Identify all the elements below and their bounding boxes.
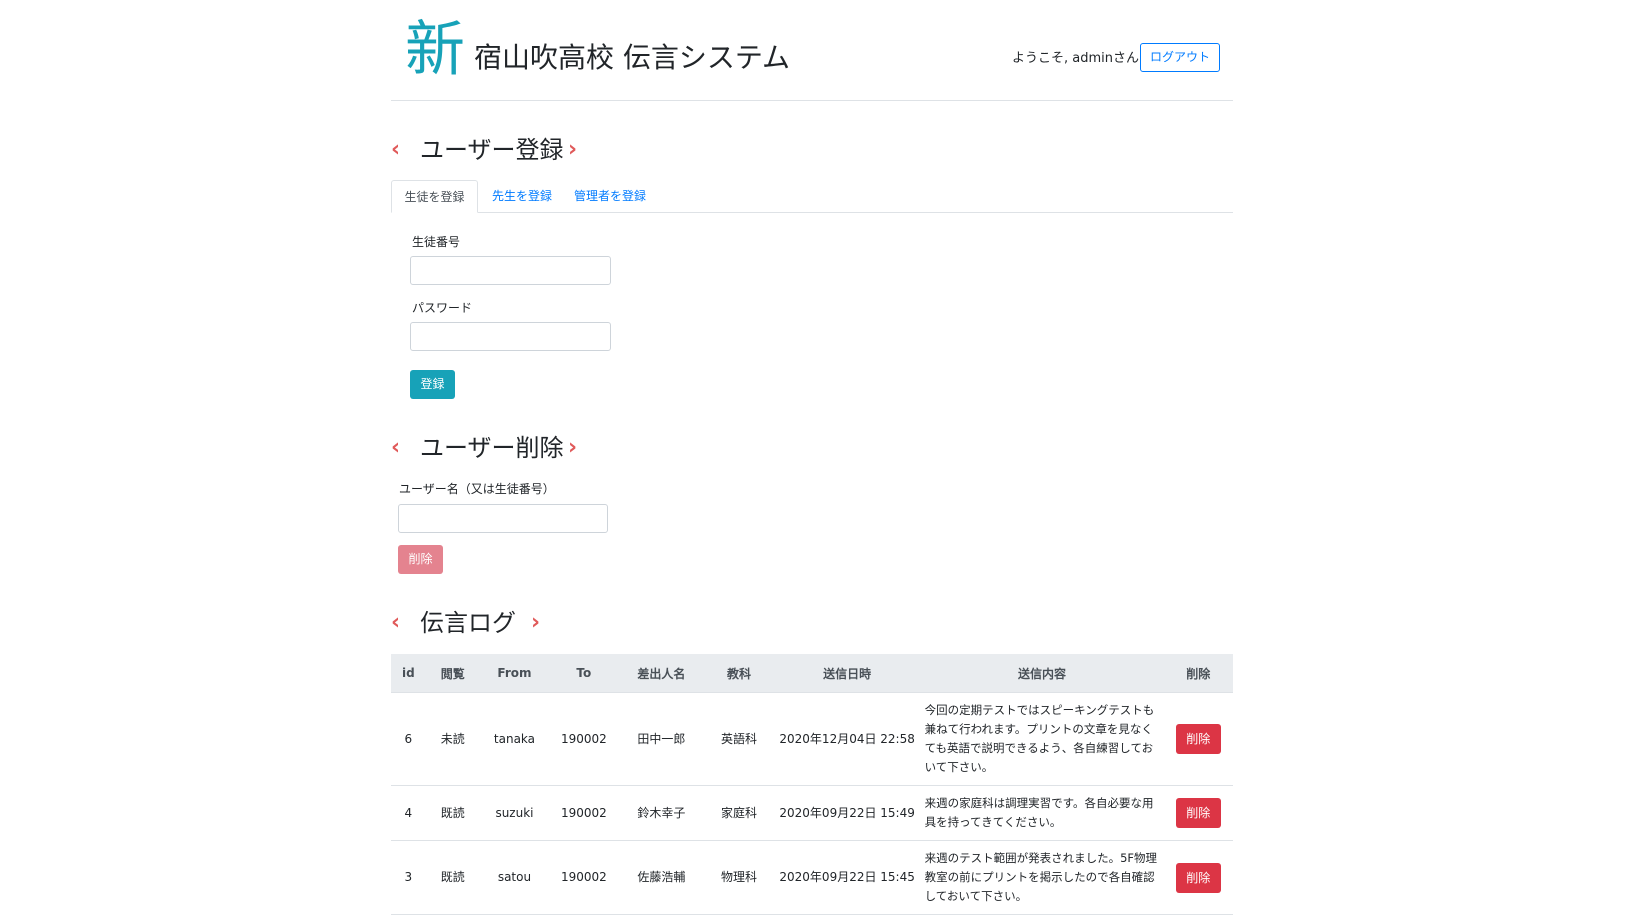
cell-delete: 削除: [1163, 840, 1233, 915]
tab-register-admin[interactable]: 管理者を登録: [565, 180, 655, 212]
register-button[interactable]: 登録: [410, 370, 455, 399]
password-input[interactable]: [410, 322, 611, 351]
log-section-heading: ‹ 伝言ログ ›: [391, 603, 561, 643]
chevron-left-icon: ‹: [391, 137, 401, 162]
chevron-right-icon: ›: [531, 610, 541, 635]
password-label: パスワード: [412, 301, 473, 315]
cell-read: 未読: [425, 692, 480, 786]
delete-message-button[interactable]: 削除: [1175, 724, 1221, 754]
cell-to: 190002: [549, 840, 619, 915]
tab-register-student[interactable]: 生徒を登録: [391, 180, 478, 213]
column-header-delete: 削除: [1163, 654, 1233, 693]
column-header-id: id: [391, 654, 426, 693]
cell-from: suzuki: [479, 785, 550, 841]
chevron-left-icon: ‹: [391, 610, 401, 635]
cell-subject: 英語科: [704, 692, 774, 786]
column-header-subject: 教科: [704, 654, 774, 693]
delete-section-title: ユーザー削除: [420, 434, 564, 462]
column-header-sender: 差出人名: [618, 654, 705, 693]
cell-datetime: 2020年12月04日 22:58: [773, 692, 921, 786]
column-header-message: 送信内容: [920, 654, 1164, 693]
cell-sender: 鈴木幸子: [618, 785, 705, 841]
cell-message: 来週のテスト範囲が発表されました。5F物理教室の前にプリントを掲示したので各自確…: [920, 840, 1164, 915]
cell-datetime: 2020年09月22日 15:49: [773, 785, 921, 841]
delete-section-heading: ‹ ユーザー削除 ›: [391, 428, 611, 468]
delete-user-button[interactable]: 削除: [398, 545, 443, 574]
register-section-title: ユーザー登録: [420, 136, 564, 164]
cell-subject: 物理科: [704, 840, 774, 915]
username-input[interactable]: [398, 504, 608, 533]
column-header-to: To: [549, 654, 619, 693]
site-title: 宿山吹高校 伝言システム: [474, 41, 791, 74]
delete-message-button[interactable]: 削除: [1175, 862, 1221, 893]
header: 新 宿山吹高校 伝言システム ようこそ, adminさん ログアウト: [391, 0, 1233, 101]
chevron-left-icon: ‹: [391, 435, 401, 460]
student-number-label: 生徒番号: [412, 235, 461, 249]
cell-datetime: 2020年09月22日 15:45: [773, 840, 921, 915]
cell-from: tanaka: [479, 692, 550, 786]
chevron-right-icon: ›: [568, 137, 578, 162]
cell-id: 3: [391, 840, 426, 915]
column-header-datetime: 送信日時: [773, 654, 921, 693]
page-container: 新 宿山吹高校 伝言システム ようこそ, adminさん ログアウト ‹ ユーザ…: [391, 0, 1233, 916]
table-row: 4 既読 suzuki 190002 鈴木幸子 家庭科 2020年09月22日 …: [391, 785, 1233, 841]
cell-subject: 家庭科: [704, 785, 774, 841]
delete-message-button[interactable]: 削除: [1175, 798, 1221, 828]
table-row: 3 既読 satou 190002 佐藤浩輔 物理科 2020年09月22日 1…: [391, 840, 1233, 915]
column-header-read: 閲覧: [425, 654, 480, 693]
cell-from: satou: [479, 840, 550, 915]
cell-to: 190002: [549, 785, 619, 841]
cell-message: 来週の家庭科は調理実習です。各自必要な用具を持ってきてください。: [920, 785, 1164, 841]
cell-delete: 削除: [1163, 692, 1233, 786]
cell-message: 今回の定期テストではスピーキングテストも兼ねて行われます。プリントの文章を見なく…: [920, 692, 1164, 786]
cell-delete: 削除: [1163, 785, 1233, 841]
tab-register-teacher[interactable]: 先生を登録: [479, 180, 565, 212]
cell-read: 既読: [425, 785, 480, 841]
cell-sender: 田中一郎: [618, 692, 705, 786]
table-header-row: id 閲覧 From To 差出人名 教科 送信日時 送信内容 削除: [391, 654, 1233, 693]
chevron-right-icon: ›: [568, 435, 578, 460]
cell-id: 6: [391, 692, 426, 786]
cell-sender: 佐藤浩輔: [618, 840, 705, 915]
logo-mark: 新: [405, 15, 465, 85]
cell-id: 4: [391, 785, 426, 841]
column-header-from: From: [479, 654, 550, 693]
logout-button[interactable]: ログアウト: [1140, 43, 1220, 72]
register-tabs: 生徒を登録 先生を登録 管理者を登録: [391, 180, 1233, 213]
welcome-text: ようこそ, adminさん: [1012, 51, 1139, 66]
message-log-table: id 閲覧 From To 差出人名 教科 送信日時 送信内容 削除 6 未読 …: [391, 654, 1233, 915]
cell-to: 190002: [549, 692, 619, 786]
username-label: ユーザー名（又は生徒番号）: [399, 482, 555, 496]
table-row: 6 未読 tanaka 190002 田中一郎 英語科 2020年12月04日 …: [391, 692, 1233, 786]
cell-read: 既読: [425, 840, 480, 915]
register-section-heading: ‹ ユーザー登録 ›: [391, 130, 611, 170]
student-number-input[interactable]: [410, 256, 611, 285]
log-section-title: 伝言ログ: [420, 609, 516, 637]
